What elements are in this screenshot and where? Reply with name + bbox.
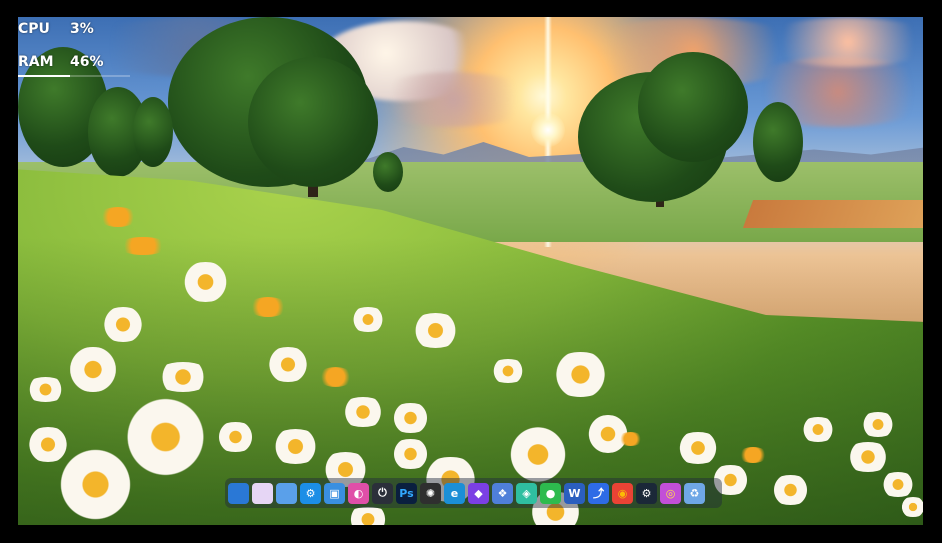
tree xyxy=(373,152,403,192)
chrome-icon[interactable]: ◉ xyxy=(612,482,633,504)
wildflower xyxy=(98,207,138,227)
word-icon[interactable]: W xyxy=(564,482,585,504)
daisy xyxy=(268,429,323,464)
steam-icon[interactable]: ⚙ xyxy=(636,482,657,504)
cpu-row: CPU 3% xyxy=(18,21,138,54)
wallpaper-sun xyxy=(531,113,565,147)
daisy xyxy=(488,359,528,383)
cpu-value: 3% xyxy=(70,21,94,37)
desktop: CPU 3% RAM 46% ⚙ ▣ ◐ ⏻ Ps ✺ e ◆ ❖ ◈ ● W ⤴ ◉ ⚙ ◎ ♻ xyxy=(18,17,923,525)
wildflower xyxy=(618,432,643,446)
wallpaper-orange-field xyxy=(742,200,923,228)
daisy xyxy=(898,497,923,517)
cpu-label: CPU xyxy=(18,21,50,37)
color-wheel-icon[interactable]: ◎ xyxy=(660,482,681,504)
daisy xyxy=(338,397,388,427)
daisy xyxy=(388,403,433,433)
recycle-bin-icon[interactable]: ♻ xyxy=(684,482,705,504)
daisy xyxy=(673,432,723,464)
window-switcher-icon[interactable] xyxy=(252,482,273,504)
daisy xyxy=(798,417,838,442)
wildflower xyxy=(248,297,288,317)
daisy xyxy=(153,362,213,392)
daisy xyxy=(503,427,573,482)
daisy xyxy=(843,442,893,472)
daisy xyxy=(343,507,393,525)
wildflower xyxy=(738,447,768,463)
obsidian-icon[interactable]: ◆ xyxy=(468,482,489,504)
daisy xyxy=(768,475,813,505)
daisy xyxy=(348,307,388,332)
screenshot-tool-icon[interactable]: ▣ xyxy=(324,482,345,504)
tree xyxy=(248,57,378,187)
tree xyxy=(753,102,803,182)
feishu-icon[interactable]: ⤴ xyxy=(588,482,609,504)
color-picker-icon[interactable]: ◐ xyxy=(348,482,369,504)
ram-usage-fill xyxy=(18,75,70,77)
tree xyxy=(638,52,748,162)
finder-icon[interactable] xyxy=(228,482,249,504)
settings-gear-icon[interactable]: ⚙ xyxy=(300,482,321,504)
daisy xyxy=(23,427,73,462)
network-icon[interactable]: ❖ xyxy=(492,482,513,504)
daisy xyxy=(63,347,123,392)
system-monitor: CPU 3% RAM 46% xyxy=(18,21,138,87)
photoshop-icon[interactable]: Ps xyxy=(396,482,417,504)
daisy xyxy=(858,412,898,437)
3d-cube-icon[interactable]: ◈ xyxy=(516,482,537,504)
wallpaper-cloud xyxy=(758,17,923,67)
daisy xyxy=(213,422,258,452)
edge-browser-icon[interactable]: e xyxy=(444,482,465,504)
wildflower xyxy=(318,367,353,387)
ram-label: RAM xyxy=(18,54,54,70)
daisy xyxy=(263,347,313,382)
power-icon[interactable]: ⏻ xyxy=(372,482,393,504)
app-launcher-icon[interactable] xyxy=(276,482,297,504)
ram-value: 46% xyxy=(70,54,104,70)
dock: ⚙ ▣ ◐ ⏻ Ps ✺ e ◆ ❖ ◈ ● W ⤴ ◉ ⚙ ◎ ♻ xyxy=(225,478,722,508)
wildflower xyxy=(118,237,168,255)
ram-usage-bar xyxy=(18,75,130,77)
ram-row: RAM 46% xyxy=(18,54,138,87)
wechat-icon[interactable]: ● xyxy=(540,482,561,504)
daisy xyxy=(408,313,463,348)
daisy xyxy=(178,262,233,302)
daisy xyxy=(98,307,148,342)
daisy xyxy=(53,447,138,522)
daisy xyxy=(548,352,613,397)
tree xyxy=(133,97,173,167)
daisy xyxy=(23,377,68,402)
chatgpt-icon[interactable]: ✺ xyxy=(420,482,441,504)
daisy xyxy=(878,472,918,497)
